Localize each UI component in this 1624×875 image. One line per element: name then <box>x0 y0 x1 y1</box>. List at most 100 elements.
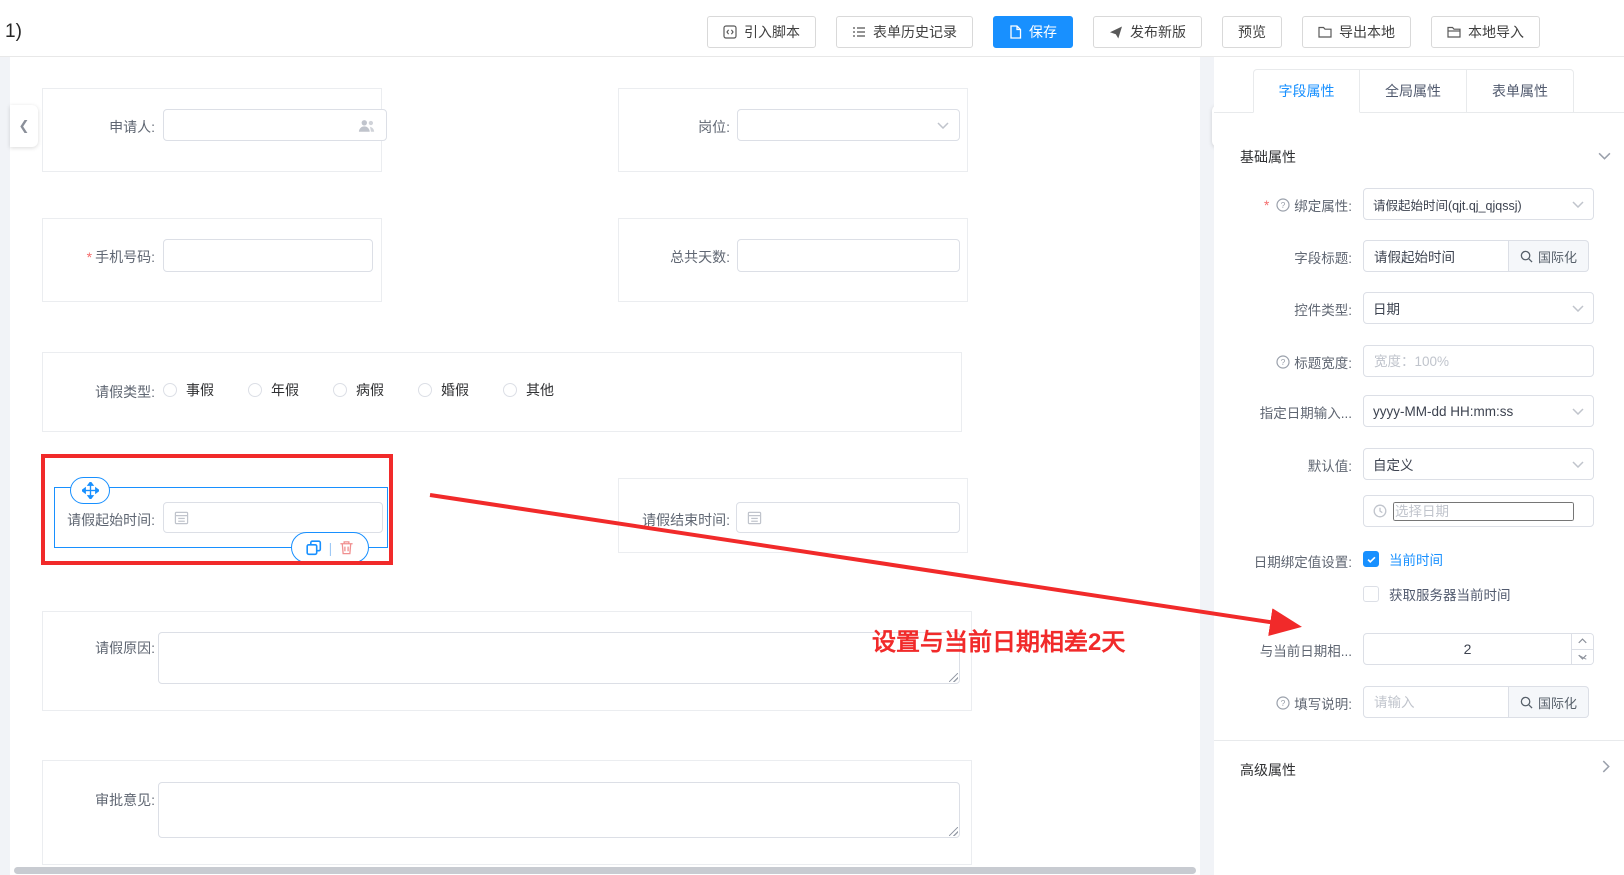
publish-plane-icon <box>1109 26 1123 39</box>
advanced-properties-header: 高级属性 <box>1240 760 1296 780</box>
export-local-button[interactable]: 导出本地 <box>1302 16 1411 48</box>
checkbox-checked-icon[interactable] <box>1363 551 1379 567</box>
calendar-icon <box>174 510 189 525</box>
tab-field-properties[interactable]: 字段属性 <box>1253 69 1360 113</box>
panel-tabs: 字段属性 全局属性 表单属性 <box>1253 69 1574 113</box>
bind-attr-select[interactable]: 请假起始时间(qjt.qj_qjqssj) <box>1363 188 1594 220</box>
total-days-input[interactable] <box>737 239 960 272</box>
horizontal-scrollbar[interactable] <box>14 867 1196 874</box>
default-date-picker[interactable] <box>1363 495 1594 527</box>
radio-icon[interactable] <box>163 383 177 397</box>
leave-end-input-field[interactable] <box>769 510 949 526</box>
i18n-button[interactable]: 国际化 <box>1509 686 1589 718</box>
leave-start-date-input[interactable] <box>163 502 383 533</box>
leave-start-input-field[interactable] <box>196 510 372 526</box>
help-question-icon[interactable]: ? <box>1276 198 1290 212</box>
import-script-button[interactable]: 引入脚本 <box>707 16 816 48</box>
reason-label: 请假原因: <box>60 638 155 658</box>
required-asterisk: * <box>87 249 92 265</box>
chevron-down-icon <box>1578 654 1587 660</box>
radio-option-sick[interactable]: 病假 <box>333 380 384 400</box>
form-history-label: 表单历史记录 <box>873 22 957 42</box>
textarea-resize-handle[interactable] <box>949 673 958 682</box>
textarea-resize-handle[interactable] <box>949 827 958 836</box>
section-expand-chevron-right-icon[interactable] <box>1602 760 1610 773</box>
script-icon <box>723 25 737 39</box>
total-days-input-field[interactable] <box>748 248 949 264</box>
collapse-left-panel-tab[interactable]: ❮ <box>10 105 38 147</box>
default-value-label: 默认值: <box>1220 455 1352 475</box>
left-rail <box>0 57 10 875</box>
phone-input[interactable] <box>163 239 373 272</box>
leave-start-label: 请假起始时间: <box>60 510 155 530</box>
reason-textarea[interactable] <box>158 632 960 684</box>
svg-text:?: ? <box>1281 200 1286 210</box>
default-date-input-field[interactable] <box>1393 502 1574 521</box>
radio-option-annual[interactable]: 年假 <box>248 380 299 400</box>
spinner-up-button[interactable] <box>1572 634 1593 650</box>
calendar-icon <box>747 510 762 525</box>
check-icon <box>1366 554 1377 565</box>
checkbox-unchecked-icon[interactable] <box>1363 586 1379 602</box>
radio-icon[interactable] <box>503 383 517 397</box>
radio-option-other[interactable]: 其他 <box>503 380 554 400</box>
svg-text:?: ? <box>1281 357 1286 367</box>
field-title-input[interactable] <box>1363 240 1509 272</box>
export-local-label: 导出本地 <box>1339 22 1395 42</box>
spinner-down-button[interactable] <box>1572 650 1593 665</box>
leave-end-date-input[interactable] <box>736 502 960 533</box>
phone-input-field[interactable] <box>174 248 362 264</box>
tab-global-properties[interactable]: 全局属性 <box>1360 69 1467 113</box>
radio-icon[interactable] <box>248 383 262 397</box>
publish-button[interactable]: 发布新版 <box>1093 16 1202 48</box>
widget-type-label: 控件类型: <box>1220 299 1352 319</box>
save-button[interactable]: 保存 <box>993 16 1073 48</box>
position-select[interactable] <box>737 109 960 141</box>
i18n-button[interactable]: 国际化 <box>1509 240 1589 272</box>
date-diff-input-field[interactable] <box>1363 633 1594 665</box>
title-width-input[interactable] <box>1363 345 1594 377</box>
delete-trash-icon[interactable] <box>339 540 354 555</box>
page-title: 1) <box>0 21 22 43</box>
applicant-label: 申请人: <box>60 117 155 137</box>
default-value-select[interactable]: 自定义 <box>1363 448 1594 480</box>
copy-icon[interactable] <box>306 540 322 556</box>
import-folder-icon <box>1447 26 1461 38</box>
help-question-icon[interactable]: ? <box>1276 696 1290 710</box>
clock-icon <box>1373 504 1387 518</box>
position-label: 岗位: <box>635 117 730 137</box>
header-bar: 1) 引入脚本 表单历史记录 保存 发布新版 预览 <box>0 8 1624 57</box>
import-local-button[interactable]: 本地导入 <box>1431 16 1540 48</box>
help-question-icon[interactable]: ? <box>1276 355 1290 369</box>
radio-icon[interactable] <box>333 383 347 397</box>
search-icon <box>1520 250 1533 263</box>
current-time-option[interactable]: 当前时间 <box>1363 549 1443 569</box>
applicant-input[interactable] <box>163 109 387 141</box>
radio-option-marriage[interactable]: 婚假 <box>418 380 469 400</box>
date-format-select[interactable]: yyyy-MM-dd HH:mm:ss <box>1363 395 1594 427</box>
widget-type-select[interactable]: 日期 <box>1363 292 1594 324</box>
search-icon <box>1520 696 1533 709</box>
date-diff-number-input <box>1363 633 1594 665</box>
radio-icon[interactable] <box>418 383 432 397</box>
svg-text:?: ? <box>1281 698 1286 708</box>
chevron-left-icon: ❮ <box>19 118 30 134</box>
approval-textarea[interactable] <box>158 782 960 838</box>
preview-button[interactable]: 预览 <box>1222 16 1282 48</box>
fill-desc-input[interactable] <box>1363 686 1509 718</box>
section-collapse-chevron-down-icon[interactable] <box>1598 152 1611 160</box>
total-days-label: 总共天数: <box>635 247 730 267</box>
radio-option-personal[interactable]: 事假 <box>163 380 214 400</box>
drag-move-handle[interactable] <box>70 477 110 504</box>
field-action-pill: | <box>291 532 369 563</box>
tab-form-properties[interactable]: 表单属性 <box>1467 69 1574 113</box>
applicant-input-field[interactable] <box>174 117 351 133</box>
chevron-down-icon <box>937 122 949 129</box>
annotation-text: 设置与当前日期相差2天 <box>872 622 1125 657</box>
chevron-down-icon <box>1572 201 1584 208</box>
title-width-input-field[interactable] <box>1364 346 1593 376</box>
export-folder-icon <box>1318 26 1332 38</box>
save-file-icon <box>1009 25 1022 39</box>
form-history-button[interactable]: 表单历史记录 <box>836 16 973 48</box>
server-time-option[interactable]: 获取服务器当前时间 <box>1363 584 1511 604</box>
